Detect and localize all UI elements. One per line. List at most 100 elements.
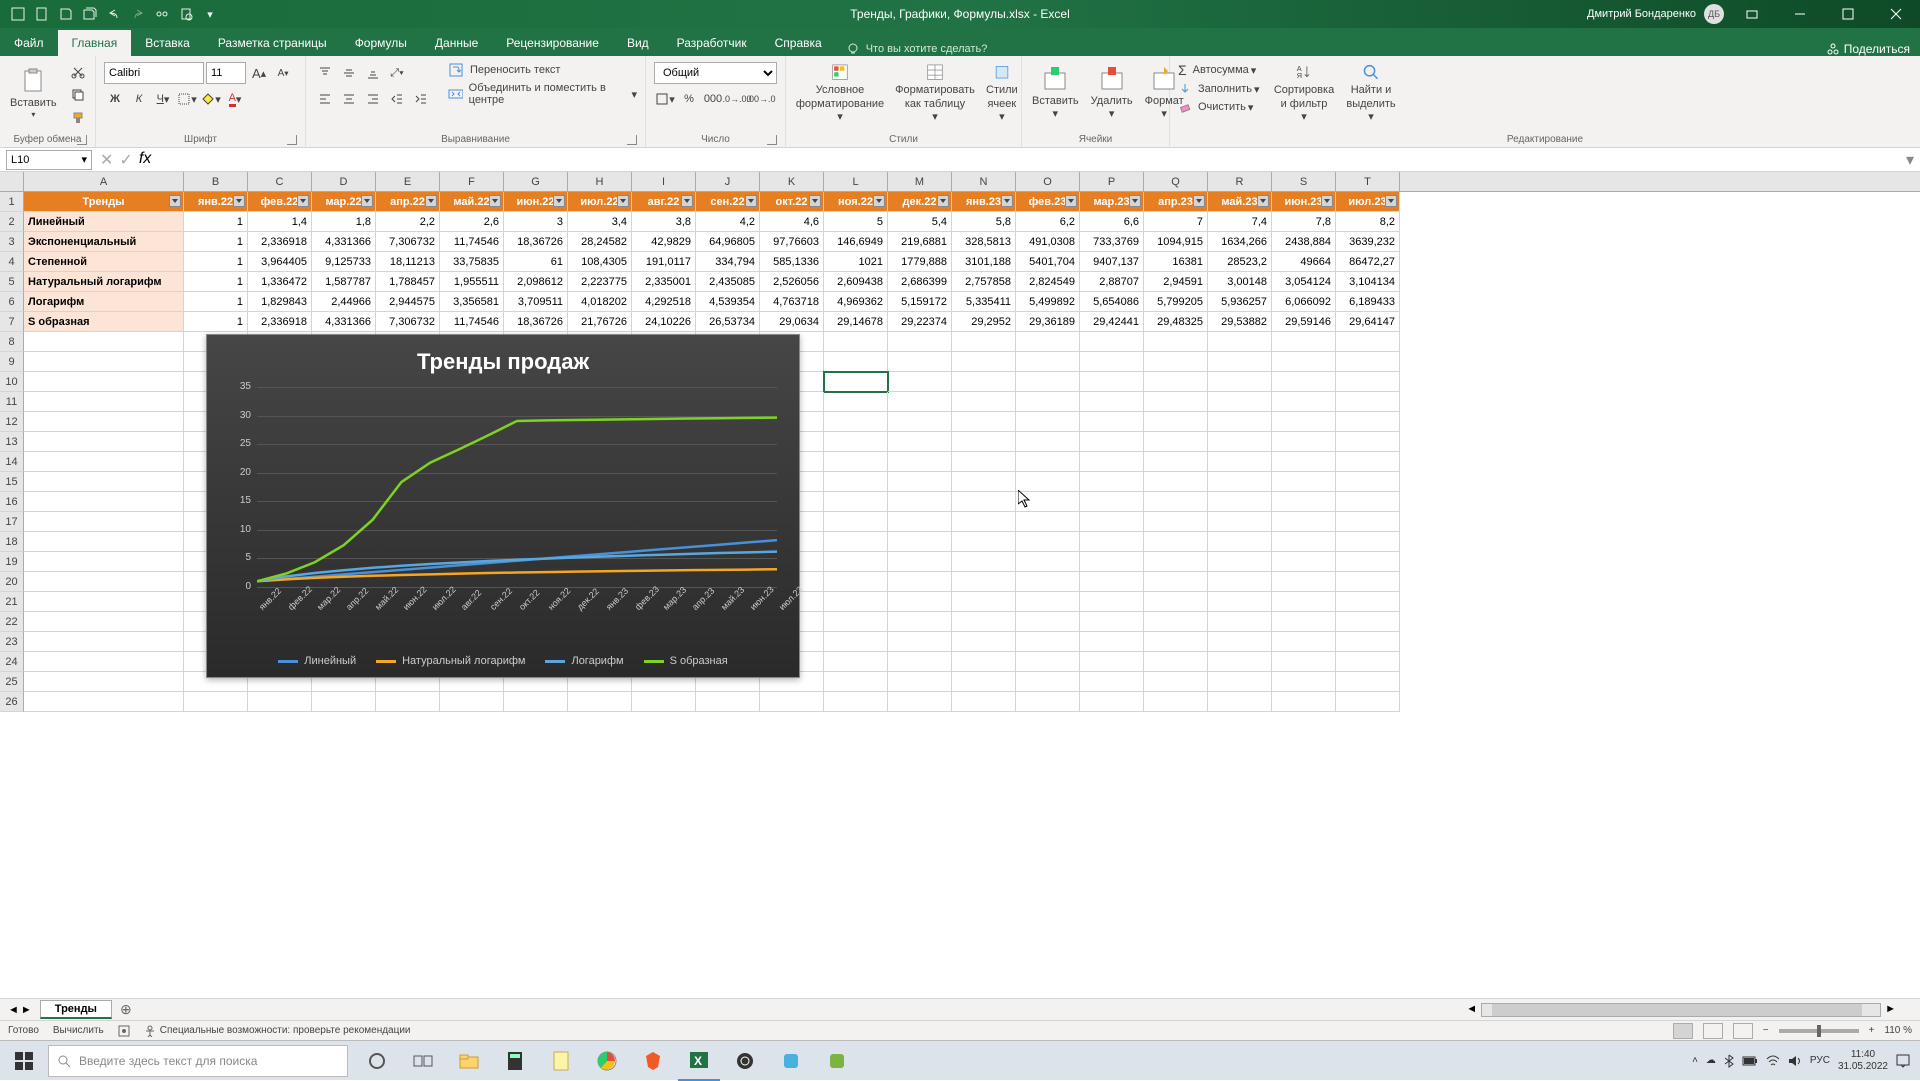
- print-preview-icon[interactable]: [176, 4, 196, 24]
- row-header[interactable]: 11: [0, 392, 24, 412]
- filter-dropdown-icon[interactable]: [937, 195, 949, 207]
- cell[interactable]: 491,0308: [1016, 232, 1080, 252]
- cell[interactable]: 7,306732: [376, 312, 440, 332]
- page-break-view-icon[interactable]: [1733, 1023, 1753, 1039]
- cell[interactable]: 1,4: [248, 212, 312, 232]
- cell[interactable]: 5,159172: [888, 292, 952, 312]
- cell[interactable]: [1144, 552, 1208, 572]
- cell[interactable]: [1272, 552, 1336, 572]
- cell[interactable]: [1208, 612, 1272, 632]
- cell[interactable]: 4,763718: [760, 292, 824, 312]
- taskbar-notes-icon[interactable]: [540, 1041, 582, 1081]
- cell[interactable]: [1272, 592, 1336, 612]
- cell[interactable]: 4,539354: [696, 292, 760, 312]
- cell[interactable]: [1080, 472, 1144, 492]
- filter-dropdown-icon[interactable]: [1001, 195, 1013, 207]
- taskbar-app2-icon[interactable]: [770, 1041, 812, 1081]
- cell[interactable]: [952, 612, 1016, 632]
- cell[interactable]: [1336, 572, 1400, 592]
- cell[interactable]: 4,969362: [824, 292, 888, 312]
- fill-color-icon[interactable]: ▾: [200, 88, 222, 110]
- increase-indent-icon[interactable]: [410, 88, 432, 110]
- cell[interactable]: [24, 632, 184, 652]
- cell[interactable]: [1272, 572, 1336, 592]
- tray-battery-icon[interactable]: [1742, 1056, 1758, 1066]
- cell[interactable]: [1080, 432, 1144, 452]
- cell[interactable]: [1336, 412, 1400, 432]
- cell[interactable]: 2,944575: [376, 292, 440, 312]
- cell[interactable]: 5,499892: [1016, 292, 1080, 312]
- column-header[interactable]: O: [1016, 172, 1080, 191]
- underline-icon[interactable]: Ч▾: [152, 88, 174, 110]
- cell[interactable]: [24, 472, 184, 492]
- cell[interactable]: [24, 352, 184, 372]
- font-size-combo[interactable]: [206, 62, 246, 84]
- increase-font-icon[interactable]: A▴: [248, 62, 270, 84]
- cell[interactable]: [1080, 532, 1144, 552]
- cell[interactable]: [1144, 532, 1208, 552]
- cell[interactable]: [824, 432, 888, 452]
- cell[interactable]: [1016, 392, 1080, 412]
- cell[interactable]: [824, 592, 888, 612]
- cell[interactable]: 7,4: [1208, 212, 1272, 232]
- cell[interactable]: 4,331366: [312, 312, 376, 332]
- cell[interactable]: [1208, 412, 1272, 432]
- cell[interactable]: [1144, 452, 1208, 472]
- cell[interactable]: [1144, 392, 1208, 412]
- cell[interactable]: 29,14678: [824, 312, 888, 332]
- cell[interactable]: [1208, 472, 1272, 492]
- font-launcher-icon[interactable]: [287, 135, 297, 145]
- cell[interactable]: [376, 692, 440, 712]
- cell[interactable]: 29,2952: [952, 312, 1016, 332]
- cell[interactable]: [888, 512, 952, 532]
- cell[interactable]: [1016, 492, 1080, 512]
- cell[interactable]: [952, 332, 1016, 352]
- cell[interactable]: 3,00148: [1208, 272, 1272, 292]
- cell[interactable]: [888, 392, 952, 412]
- cell[interactable]: [824, 652, 888, 672]
- name-box[interactable]: L10▾: [6, 150, 92, 170]
- row-header[interactable]: 14: [0, 452, 24, 472]
- cell[interactable]: 29,64147: [1336, 312, 1400, 332]
- row-header[interactable]: 12: [0, 412, 24, 432]
- hscroll-left-icon[interactable]: ◄: [1462, 1003, 1481, 1017]
- cell[interactable]: 5401,704: [1016, 252, 1080, 272]
- filter-dropdown-icon[interactable]: [489, 195, 501, 207]
- zoom-level[interactable]: 110 %: [1884, 1025, 1912, 1036]
- cell[interactable]: 1094,915: [1144, 232, 1208, 252]
- cell[interactable]: 18,36726: [504, 312, 568, 332]
- merge-center-button[interactable]: Объединить и поместить в центре▾: [448, 82, 637, 106]
- cell[interactable]: [1144, 672, 1208, 692]
- cell[interactable]: [248, 692, 312, 712]
- cell[interactable]: 29,42441: [1080, 312, 1144, 332]
- cell[interactable]: [24, 552, 184, 572]
- cell[interactable]: [888, 532, 952, 552]
- percent-icon[interactable]: %: [678, 88, 700, 110]
- sheet-nav-next-icon[interactable]: ►: [21, 1004, 32, 1016]
- sheet-tab[interactable]: Тренды: [40, 1000, 112, 1019]
- cell[interactable]: 3101,188: [952, 252, 1016, 272]
- tray-wifi-icon[interactable]: [1766, 1055, 1780, 1067]
- cell[interactable]: [24, 372, 184, 392]
- cell[interactable]: 3639,232: [1336, 232, 1400, 252]
- filter-dropdown-icon[interactable]: [553, 195, 565, 207]
- ribbon-display-icon[interactable]: [1732, 0, 1772, 28]
- cell[interactable]: [1336, 632, 1400, 652]
- cell[interactable]: 28,24582: [568, 232, 632, 252]
- macro-record-icon[interactable]: [118, 1025, 130, 1037]
- cell[interactable]: 2,757858: [952, 272, 1016, 292]
- cell[interactable]: [824, 552, 888, 572]
- sort-filter-button[interactable]: AЯ Сортировка и фильтр▾: [1268, 58, 1340, 128]
- row-header[interactable]: 16: [0, 492, 24, 512]
- cell[interactable]: [1336, 332, 1400, 352]
- cell[interactable]: [1016, 652, 1080, 672]
- cell[interactable]: [1208, 452, 1272, 472]
- tab-data[interactable]: Данные: [421, 30, 492, 56]
- filter-dropdown-icon[interactable]: [1129, 195, 1141, 207]
- tab-review[interactable]: Рецензирование: [492, 30, 613, 56]
- cell[interactable]: Тренды: [24, 192, 184, 212]
- cell[interactable]: 1,829843: [248, 292, 312, 312]
- cell[interactable]: [1272, 632, 1336, 652]
- tray-clock[interactable]: 11:40 31.05.2022: [1838, 1049, 1888, 1073]
- cell[interactable]: дек.22: [888, 192, 952, 212]
